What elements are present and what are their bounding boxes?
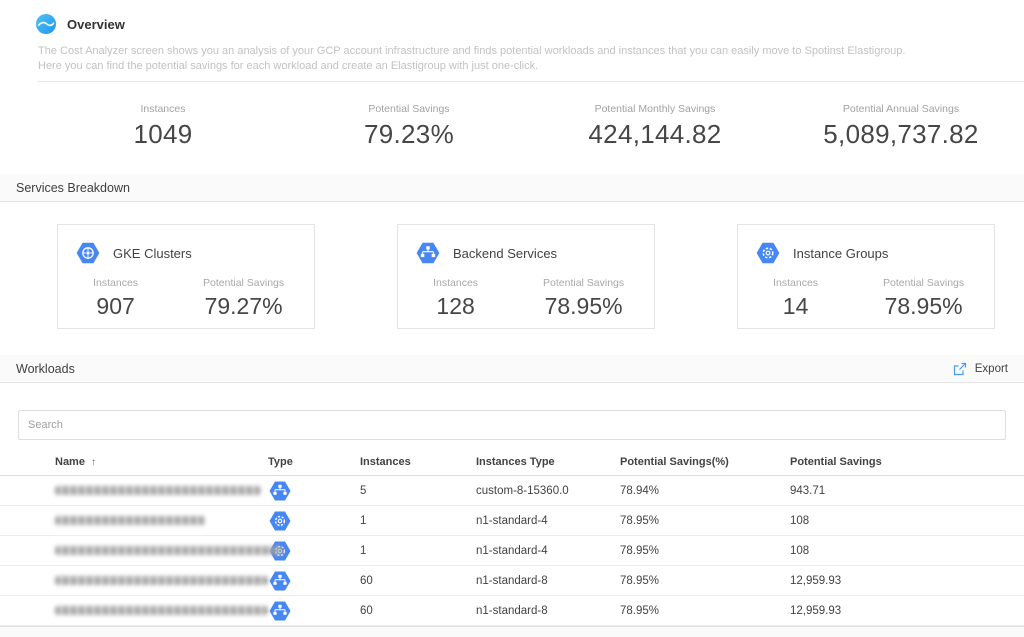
workload-name-redacted [55,606,268,615]
backend-services-hexagon-icon [415,241,441,265]
cell-instances: 1 [360,515,476,527]
column-header-name[interactable]: Name↑ [55,456,268,468]
cell-savings: 12,959.93 [790,575,1024,587]
cell-instances-type: n1-standard-4 [476,515,620,527]
cell-instances-type: n1-standard-4 [476,545,620,557]
summary-stats: Instances 1049 Potential Savings 79.23% … [0,82,1024,174]
page-title: Overview [67,17,125,32]
table-footer: Page: 1 Rows per page: 5 1 - 5 of 47 [0,626,1024,637]
cell-savings: 943.71 [790,485,1024,497]
stat-label: Potential Monthly Savings [532,103,778,115]
export-button[interactable]: Export [952,361,1008,377]
pagination: Page: 1 Rows per page: 5 1 - 5 of 47 [666,627,1024,637]
table-row[interactable]: 1 n1-standard-4 78.95% 108 [0,536,1024,566]
cell-instances: 60 [360,605,476,617]
stat-potential-savings: Potential Savings 79.23% [286,103,532,150]
cell-instances: 1 [360,545,476,557]
card-savings-value: 78.95% [513,293,654,320]
stat-value: 5,089,737.82 [778,119,1024,150]
card-instances-label: Instances [398,277,513,289]
services-cards: GKE Clusters Instances 907 Potential Sav… [0,202,1024,355]
card-savings-label: Potential Savings [173,277,314,289]
search-input[interactable] [18,410,1006,440]
cell-savings-pct: 78.95% [620,545,790,557]
cell-instances-type: custom-8-15360.0 [476,485,620,497]
sort-ascending-icon: ↑ [91,457,96,468]
instance-group-hexagon-icon [268,510,360,532]
card-backend-services: Backend Services Instances 128 Potential… [397,224,655,329]
workloads-band: Workloads Export [0,355,1024,383]
stat-value: 79.23% [286,119,532,150]
cell-savings: 108 [790,545,1024,557]
cost-analyzer-page: Overview The Cost Analyzer screen shows … [0,0,1024,637]
cell-savings-pct: 78.95% [620,605,790,617]
workload-name-redacted [55,546,268,555]
card-title: GKE Clusters [113,246,192,261]
cell-savings-pct: 78.95% [620,515,790,527]
table-row[interactable]: 5 custom-8-15360.0 78.94% 943.71 [0,476,1024,506]
stat-label: Instances [40,103,286,115]
table-row[interactable]: 1 n1-standard-4 78.95% 108 [0,506,1024,536]
export-label: Export [975,363,1008,375]
spotinst-logo-icon [36,14,56,34]
cluster-hexagon-icon [268,600,360,622]
table-header-row: Name↑ Type Instances Instances Type Pote… [0,449,1024,476]
card-instance-groups: Instance Groups Instances 14 Potential S… [737,224,995,329]
table-row[interactable]: 60 n1-standard-8 78.95% 12,959.93 [0,596,1024,626]
card-savings-value: 79.27% [173,293,314,320]
cell-instances: 5 [360,485,476,497]
cell-instances: 60 [360,575,476,587]
cluster-hexagon-icon [268,570,360,592]
card-instances-value: 907 [58,293,173,320]
stat-value: 1049 [40,119,286,150]
column-header-type[interactable]: Type [268,456,360,468]
overview-description: The Cost Analyzer screen shows you an an… [38,44,986,74]
workloads-title: Workloads [16,362,75,376]
description-line-1: The Cost Analyzer screen shows you an an… [38,44,986,59]
overview-header: Overview [36,13,1024,35]
card-title: Backend Services [453,246,557,261]
card-gke-clusters: GKE Clusters Instances 907 Potential Sav… [57,224,315,329]
workload-name-redacted [55,516,268,525]
cell-savings-pct: 78.95% [620,575,790,587]
stat-instances: Instances 1049 [40,103,286,150]
column-header-potential-savings-pct[interactable]: Potential Savings(%) [620,456,790,468]
cell-savings: 12,959.93 [790,605,1024,617]
stat-annual-savings: Potential Annual Savings 5,089,737.82 [778,103,1024,150]
card-instances-label: Instances [738,277,853,289]
column-header-potential-savings[interactable]: Potential Savings [790,456,1024,468]
card-savings-value: 78.95% [853,293,994,320]
services-breakdown-band: Services Breakdown [0,174,1024,202]
cell-savings: 108 [790,515,1024,527]
cell-instances-type: n1-standard-8 [476,605,620,617]
cell-instances-type: n1-standard-8 [476,575,620,587]
card-title: Instance Groups [793,246,888,261]
column-header-instances[interactable]: Instances [360,456,476,468]
description-line-2: Here you can find the potential savings … [38,59,986,74]
card-savings-label: Potential Savings [513,277,654,289]
stat-value: 424,144.82 [532,119,778,150]
instance-groups-hexagon-icon [755,241,781,265]
card-instances-value: 14 [738,293,853,320]
gke-helm-hexagon-icon [75,241,101,265]
cell-savings-pct: 78.94% [620,485,790,497]
workload-name-redacted [55,576,268,585]
stat-label: Potential Annual Savings [778,103,1024,115]
card-instances-value: 128 [398,293,513,320]
services-breakdown-title: Services Breakdown [16,181,130,195]
cluster-hexagon-icon [268,480,360,502]
stat-monthly-savings: Potential Monthly Savings 424,144.82 [532,103,778,150]
workload-name-redacted [55,486,268,495]
export-icon [952,361,968,377]
card-savings-label: Potential Savings [853,277,994,289]
card-instances-label: Instances [58,277,173,289]
stat-label: Potential Savings [286,103,532,115]
table-row[interactable]: 60 n1-standard-8 78.95% 12,959.93 [0,566,1024,596]
column-header-instances-type[interactable]: Instances Type [476,456,620,468]
overview-section: Overview The Cost Analyzer screen shows … [0,0,1024,174]
workloads-table-section: Name↑ Type Instances Instances Type Pote… [0,410,1024,626]
